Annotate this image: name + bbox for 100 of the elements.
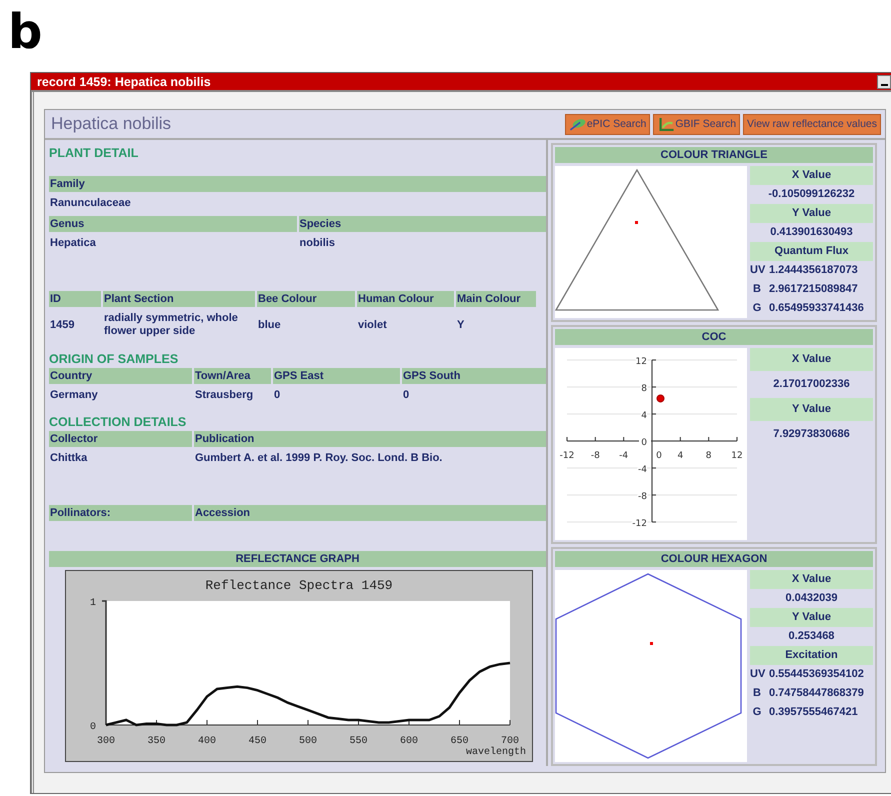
field-label: Y Value bbox=[750, 608, 873, 627]
column-header: Accession bbox=[194, 504, 546, 521]
search-button[interactable]: ePIC Search bbox=[564, 114, 650, 134]
tick-label: 8 bbox=[641, 384, 647, 394]
data-point bbox=[635, 221, 638, 224]
chart-title: Reflectance Spectra 1459 bbox=[205, 578, 393, 593]
channel-label: B bbox=[752, 687, 762, 700]
column-header: GPS East bbox=[273, 368, 400, 384]
tick-label: 450 bbox=[248, 736, 266, 747]
field-value: -0.105099126232 bbox=[767, 187, 856, 202]
table-cell-text: Chittka bbox=[49, 451, 88, 465]
tick-label: 350 bbox=[148, 736, 166, 747]
table-cell-text: 0 bbox=[402, 388, 410, 402]
panel-title: COC bbox=[555, 329, 873, 345]
column-header: Genus bbox=[49, 216, 296, 232]
channel-label: B bbox=[752, 283, 762, 296]
tick-label: -4 bbox=[619, 451, 628, 461]
tick-label: 300 bbox=[97, 736, 115, 747]
leaf-icon bbox=[568, 118, 587, 130]
table-cell-text: blue bbox=[257, 318, 282, 332]
tick-label: 0 bbox=[90, 722, 96, 733]
field-label: Y Value bbox=[750, 204, 873, 223]
table-cell-text: Germany bbox=[49, 388, 99, 402]
plant-icon bbox=[657, 118, 676, 130]
table-cell-text: Strausberg bbox=[194, 388, 254, 402]
column-header: Main Colour bbox=[456, 291, 536, 308]
tick-label: 4 bbox=[677, 451, 684, 461]
table-cell-text: Gumbert A. et al. 1999 P. Roy. Soc. Lond. B Bio. bbox=[194, 451, 444, 465]
minimize-button[interactable] bbox=[877, 74, 891, 88]
section-heading: PLANT DETAIL bbox=[49, 146, 140, 160]
tick-label: 4 bbox=[641, 411, 647, 421]
tick-label: 1 bbox=[90, 598, 96, 609]
tick-label: -12 bbox=[632, 519, 647, 529]
tick-label: -4 bbox=[638, 465, 647, 475]
table-cell-text: 0 bbox=[273, 388, 282, 402]
section-heading: COLLECTION DETAILS bbox=[49, 415, 188, 430]
tick-label: -8 bbox=[590, 451, 600, 461]
channel-label: UV bbox=[750, 668, 764, 681]
field-label: Quantum Flux bbox=[750, 242, 873, 261]
column-header: Human Colour bbox=[357, 291, 454, 308]
table-cell-text: violet bbox=[357, 318, 388, 332]
tick-label: 400 bbox=[198, 736, 216, 747]
axis-label: wavelength bbox=[466, 746, 526, 758]
column-header: Publication bbox=[194, 431, 546, 448]
panel-title: COLOUR TRIANGLE bbox=[555, 147, 873, 163]
table-cell-text: Hepatica bbox=[49, 236, 97, 250]
tick-label: 600 bbox=[400, 736, 418, 747]
tick-label: 12 bbox=[731, 451, 743, 461]
panel-title: COLOUR HEXAGON bbox=[555, 551, 873, 567]
table-cell-text: Y bbox=[456, 318, 466, 332]
field-value: 0.65495933741436 bbox=[769, 302, 864, 315]
field-label: Y Value bbox=[750, 398, 873, 421]
tick-label: 500 bbox=[299, 736, 317, 747]
field-label: X Value bbox=[750, 166, 873, 185]
column-header: Pollinators: bbox=[49, 504, 192, 521]
field-label: Excitation bbox=[750, 646, 873, 665]
field-value: 0.55445369354102 bbox=[769, 668, 864, 681]
tick-label: 0 bbox=[641, 438, 647, 448]
column-header: Family bbox=[49, 176, 546, 192]
field-value: 2.17017002336 bbox=[772, 377, 851, 392]
field-label: X Value bbox=[750, 570, 873, 589]
tick-label: 8 bbox=[706, 451, 712, 461]
window-title: record 1459: Hepatica nobilis bbox=[37, 74, 211, 88]
section-heading: ORIGIN OF SAMPLES bbox=[49, 352, 180, 366]
column-header: GPS South bbox=[402, 368, 546, 384]
tick-label: 700 bbox=[501, 736, 519, 747]
tick-label: 650 bbox=[450, 736, 468, 747]
column-header: ID bbox=[49, 291, 101, 308]
column-header: Collector bbox=[49, 431, 192, 448]
column-header: Country bbox=[49, 368, 192, 384]
column-header: Species bbox=[298, 216, 546, 232]
channel-label: G bbox=[752, 302, 762, 315]
tick-label: -8 bbox=[638, 492, 647, 502]
section-heading: REFLECTANCE GRAPH bbox=[49, 550, 546, 567]
record-title: Hepatica nobilis bbox=[51, 114, 172, 134]
table-cell-text: nobilis bbox=[298, 236, 336, 250]
field-value: 0.74758447868379 bbox=[769, 687, 864, 700]
field-value: 7.92973830686 bbox=[772, 427, 851, 442]
table-cell-text: radially symmetric, whole flower upper side bbox=[103, 311, 239, 338]
tick-label: 12 bbox=[636, 357, 647, 367]
field-label: X Value bbox=[750, 348, 873, 371]
figure-label: b bbox=[8, 8, 44, 62]
field-value: 1.2444356187073 bbox=[769, 264, 858, 277]
field-value: 2.9617215089847 bbox=[769, 283, 858, 296]
field-value: 0.0432039 bbox=[784, 591, 838, 606]
field-value: 0.3957555467421 bbox=[769, 706, 858, 719]
data-point bbox=[656, 394, 664, 402]
table-cell-text: Ranunculaceae bbox=[49, 196, 132, 210]
data-point bbox=[650, 642, 653, 645]
tick-label: -12 bbox=[560, 451, 574, 461]
column-header: Plant Section bbox=[103, 291, 255, 308]
channel-label: G bbox=[752, 706, 762, 719]
search-button[interactable]: View raw reflectance values bbox=[743, 114, 881, 134]
search-button[interactable]: GBIF Search bbox=[653, 114, 740, 134]
tick-label: 0 bbox=[656, 451, 662, 461]
column-header: Town/Area bbox=[194, 368, 271, 384]
field-value: 0.253468 bbox=[788, 629, 836, 644]
table-cell-text: 1459 bbox=[49, 318, 76, 332]
field-value: 0.413901630493 bbox=[769, 225, 854, 240]
column-header: Bee Colour bbox=[257, 291, 355, 308]
